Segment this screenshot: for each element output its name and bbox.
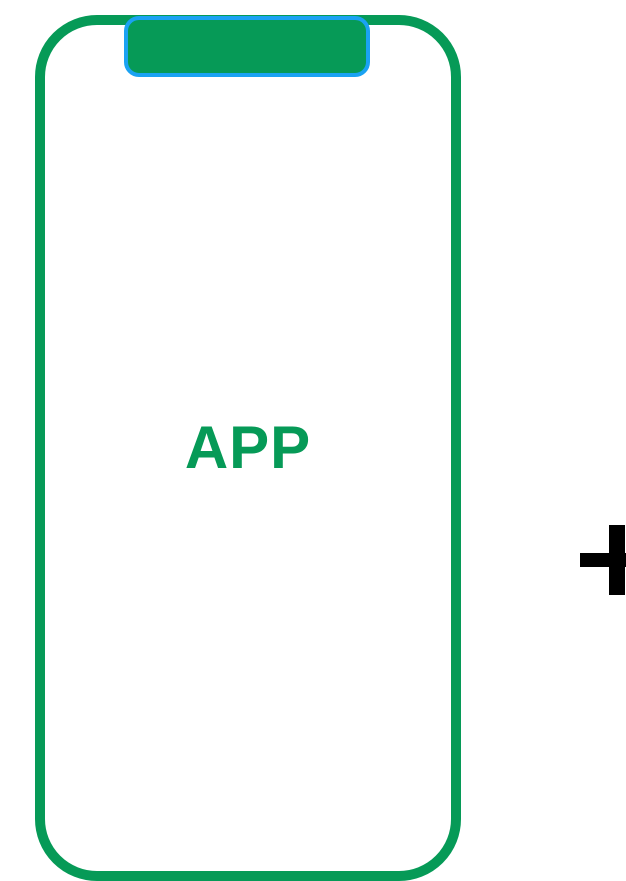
app-label: APP xyxy=(184,414,312,481)
plus-icon-vertical-bar xyxy=(609,525,625,595)
plus-icon xyxy=(580,525,626,595)
phone-notch xyxy=(124,16,370,77)
